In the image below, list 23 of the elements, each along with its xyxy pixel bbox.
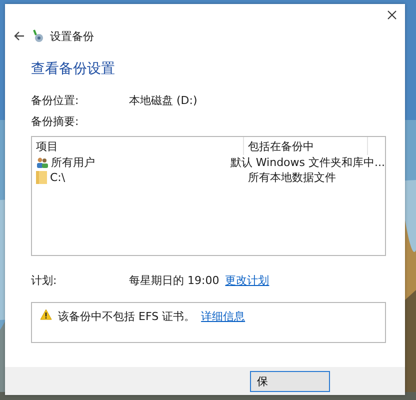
item-name: 所有用户: [51, 155, 95, 170]
folder-icon: [36, 171, 47, 184]
page-heading: 查看备份设置: [31, 60, 116, 78]
field-label: 备份位置:: [31, 93, 80, 108]
column-header[interactable]: 项目: [32, 137, 244, 155]
backup-icon: [32, 29, 44, 43]
save-button[interactable]: 保: [250, 370, 330, 392]
change-schedule-link[interactable]: 更改计划: [225, 273, 270, 288]
table-cell-text: 默认 Windows 文件夹和库中...: [229, 155, 385, 170]
close-button[interactable]: [385, 8, 399, 22]
back-button[interactable]: [12, 30, 26, 42]
notice-text: 该备份中不包括 EFS 证书。: [58, 309, 196, 324]
field-label: 备份摘要:: [31, 114, 80, 129]
users-icon: [36, 157, 48, 168]
table-cell-text: 所有本地数据文件: [247, 170, 336, 185]
column-header[interactable]: 包括在备份中: [244, 137, 368, 155]
field-label: 计划:: [31, 273, 58, 288]
warning-icon: [40, 309, 52, 320]
field-value: 每星期日的 19:00: [129, 273, 220, 288]
details-link[interactable]: 详细信息: [201, 309, 246, 324]
window-title: 设置备份: [50, 28, 94, 44]
field-value: 本地磁盘 (D:): [129, 93, 198, 108]
item-name: C:\: [50, 171, 66, 184]
